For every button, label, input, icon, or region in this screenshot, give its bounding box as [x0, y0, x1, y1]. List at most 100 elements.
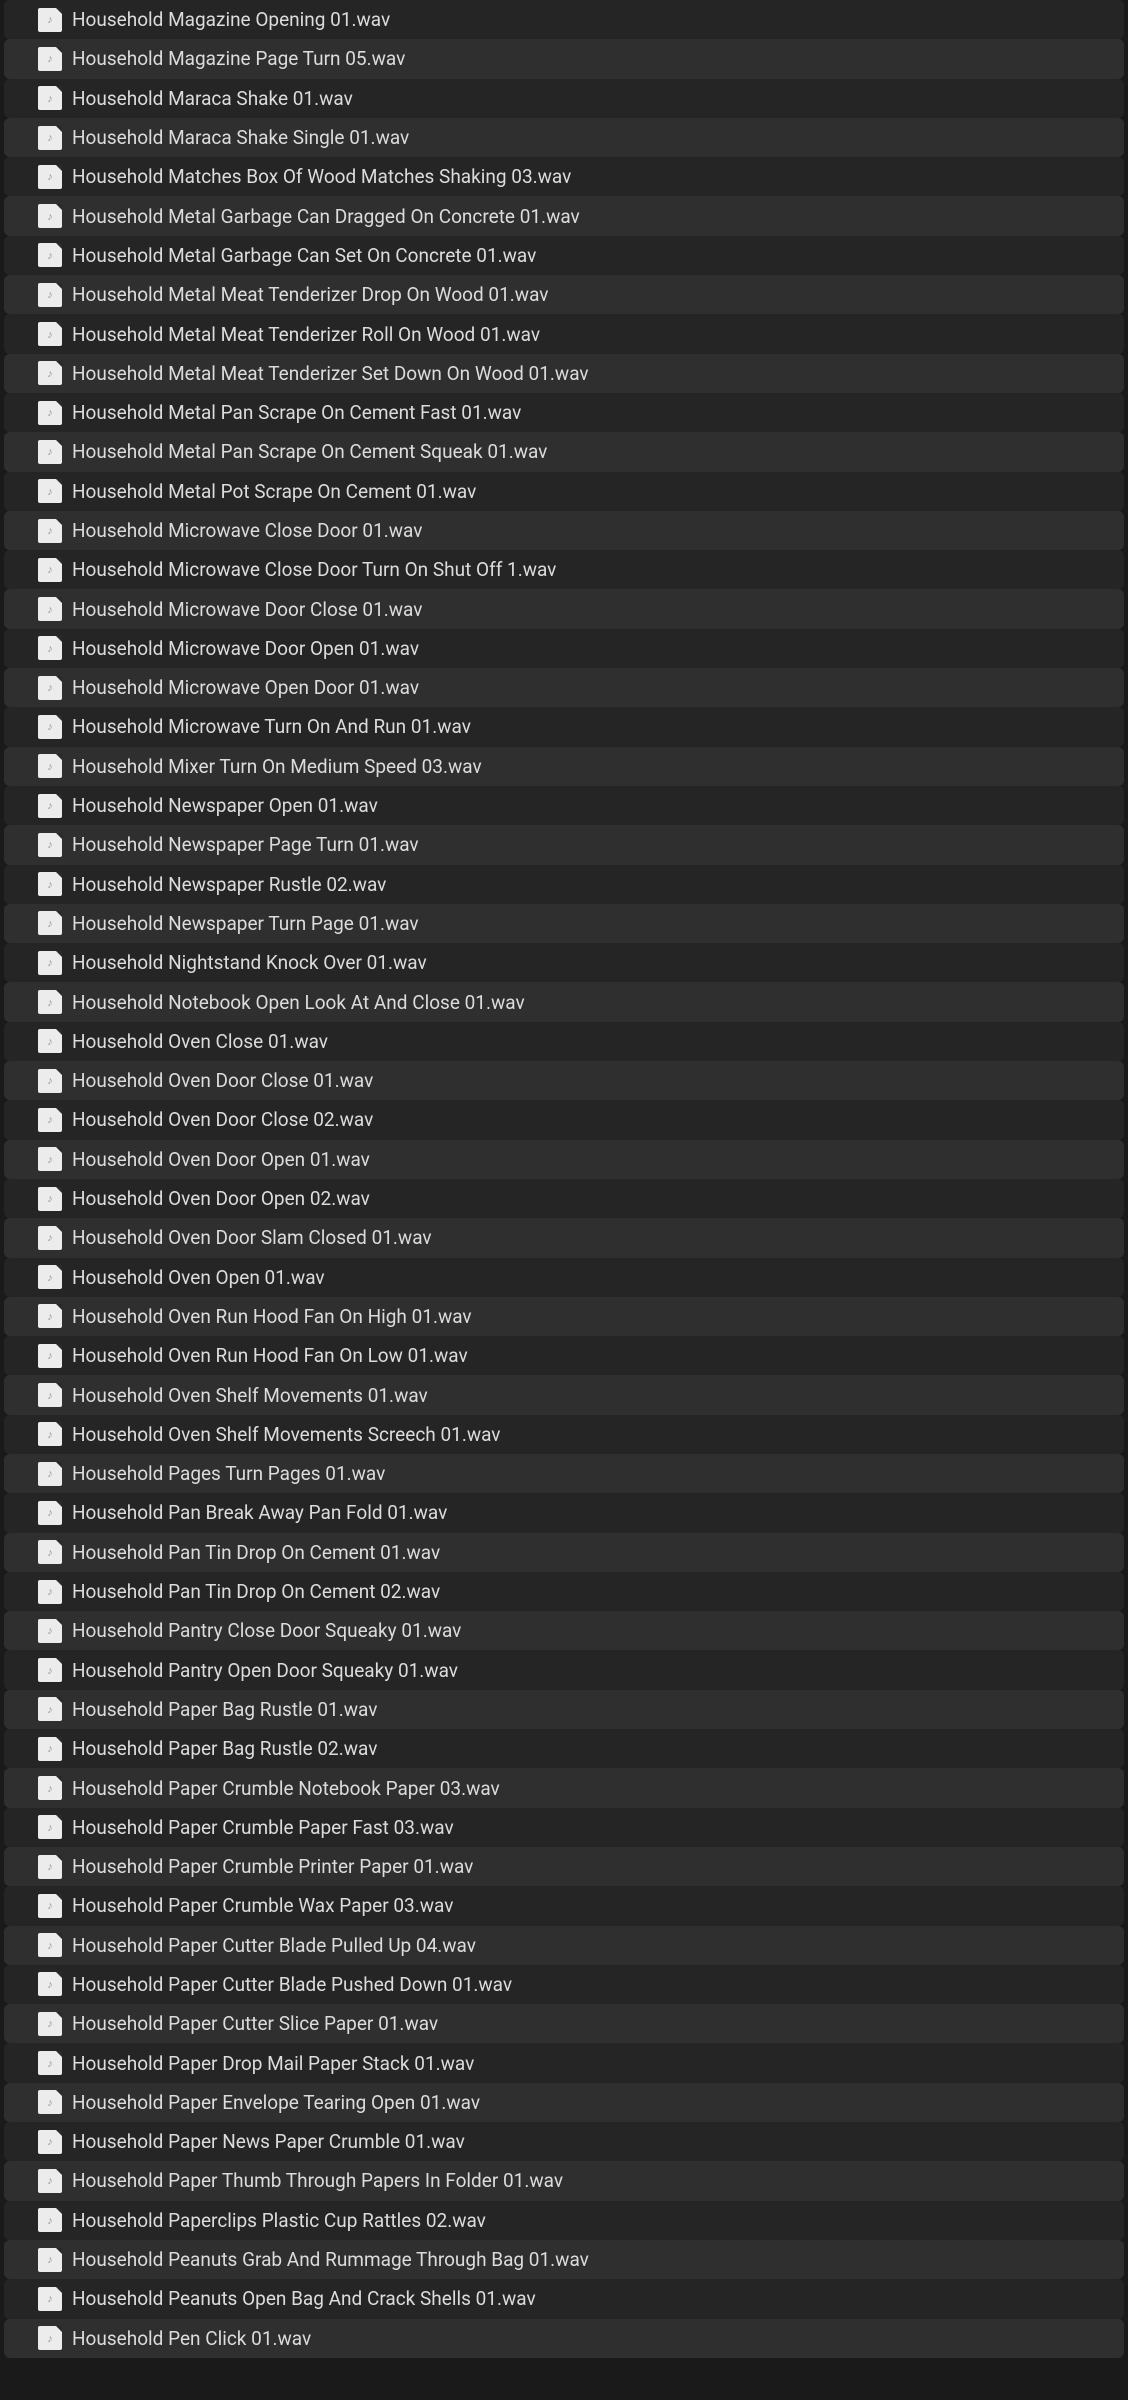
- audio-file-icon: ♪: [38, 1658, 62, 1682]
- file-row[interactable]: ♪Household Metal Garbage Can Set On Conc…: [4, 236, 1124, 275]
- file-row[interactable]: ♪Household Microwave Turn On And Run 01.…: [4, 707, 1124, 746]
- file-row[interactable]: ♪Household Paper Drop Mail Paper Stack 0…: [4, 2043, 1124, 2082]
- file-row[interactable]: ♪Household Microwave Close Door Turn On …: [4, 550, 1124, 589]
- file-name-label: Household Metal Meat Tenderizer Set Down…: [72, 362, 589, 385]
- audio-file-icon: ♪: [38, 2169, 62, 2193]
- file-row[interactable]: ♪Household Pen Click 01.wav: [4, 2319, 1124, 2358]
- file-row[interactable]: ♪Household Paper Bag Rustle 01.wav: [4, 1690, 1124, 1729]
- audio-file-icon: ♪: [38, 2090, 62, 2114]
- file-row[interactable]: ♪Household Oven Shelf Movements Screech …: [4, 1415, 1124, 1454]
- audio-file-icon: ♪: [38, 597, 62, 621]
- file-row[interactable]: ♪Household Newspaper Page Turn 01.wav: [4, 825, 1124, 864]
- file-row[interactable]: ♪Household Oven Shelf Movements 01.wav: [4, 1375, 1124, 1414]
- file-row[interactable]: ♪Household Metal Pot Scrape On Cement 01…: [4, 472, 1124, 511]
- file-row[interactable]: ♪Household Oven Open 01.wav: [4, 1258, 1124, 1297]
- file-name-label: Household Microwave Close Door 01.wav: [72, 519, 422, 542]
- audio-file-icon: ♪: [38, 283, 62, 307]
- file-name-label: Household Microwave Door Close 01.wav: [72, 598, 422, 621]
- file-row[interactable]: ♪Household Paper Crumble Printer Paper 0…: [4, 1847, 1124, 1886]
- file-row[interactable]: ♪Household Paper Crumble Wax Paper 03.wa…: [4, 1886, 1124, 1925]
- file-row[interactable]: ♪Household Paper News Paper Crumble 01.w…: [4, 2122, 1124, 2161]
- file-row[interactable]: ♪Household Peanuts Open Bag And Crack Sh…: [4, 2279, 1124, 2318]
- file-row[interactable]: ♪Household Oven Door Open 01.wav: [4, 1140, 1124, 1179]
- file-row[interactable]: ♪Household Paper Cutter Slice Paper 01.w…: [4, 2004, 1124, 2043]
- file-name-label: Household Magazine Page Turn 05.wav: [72, 47, 405, 70]
- file-row[interactable]: ♪Household Oven Door Close 02.wav: [4, 1100, 1124, 1139]
- audio-file-icon: ♪: [38, 8, 62, 32]
- file-name-label: Household Newspaper Open 01.wav: [72, 794, 378, 817]
- file-row[interactable]: ♪Household Paper Crumble Paper Fast 03.w…: [4, 1808, 1124, 1847]
- file-row[interactable]: ♪Household Nightstand Knock Over 01.wav: [4, 943, 1124, 982]
- audio-file-icon: ♪: [38, 479, 62, 503]
- file-name-label: Household Oven Door Open 02.wav: [72, 1187, 370, 1210]
- file-name-label: Household Metal Meat Tenderizer Drop On …: [72, 283, 548, 306]
- file-row[interactable]: ♪Household Magazine Opening 01.wav: [4, 0, 1124, 39]
- file-row[interactable]: ♪Household Maraca Shake Single 01.wav: [4, 118, 1124, 157]
- file-row[interactable]: ♪ Household Microwave Close Door 01.wav: [4, 511, 1124, 550]
- file-row[interactable]: ♪Household Oven Run Hood Fan On High 01.…: [4, 1297, 1124, 1336]
- audio-file-icon: ♪: [38, 1580, 62, 1604]
- file-row[interactable]: ♪Household Metal Pan Scrape On Cement Sq…: [4, 432, 1124, 471]
- file-name-label: Household Mixer Turn On Medium Speed 03.…: [72, 755, 482, 778]
- audio-file-icon: ♪: [38, 1619, 62, 1643]
- file-name-label: Household Peanuts Open Bag And Crack She…: [72, 2287, 536, 2310]
- file-row[interactable]: ♪Household Paper Envelope Tearing Open 0…: [4, 2083, 1124, 2122]
- file-row[interactable]: ♪Household Paper Cutter Blade Pushed Dow…: [4, 1965, 1124, 2004]
- audio-file-icon: ♪: [38, 990, 62, 1014]
- file-row[interactable]: ♪Household Pages Turn Pages 01.wav: [4, 1454, 1124, 1493]
- file-row[interactable]: ♪Household Paper Crumble Notebook Paper …: [4, 1768, 1124, 1807]
- audio-file-icon: ♪: [38, 872, 62, 896]
- file-row[interactable]: ♪Household Peanuts Grab And Rummage Thro…: [4, 2240, 1124, 2279]
- file-row[interactable]: ♪ Household Metal Meat Tenderizer Drop On…: [4, 275, 1124, 314]
- audio-file-icon: ♪: [38, 1501, 62, 1525]
- file-name-label: Household Oven Door Close 02.wav: [72, 1108, 373, 1131]
- file-row[interactable]: ♪Household Metal Meat Tenderizer Set Dow…: [4, 354, 1124, 393]
- file-row[interactable]: ♪Household Maraca Shake 01.wav: [4, 79, 1124, 118]
- file-row[interactable]: ♪Household Oven Run Hood Fan On Low 01.w…: [4, 1336, 1124, 1375]
- file-name-label: Household Maraca Shake 01.wav: [72, 87, 353, 110]
- file-row[interactable]: ♪Household Microwave Door Open 01.wav: [4, 629, 1124, 668]
- audio-file-icon: ♪: [38, 126, 62, 150]
- file-row[interactable]: ♪Household Newspaper Turn Page 01.wav: [4, 904, 1124, 943]
- file-row[interactable]: ♪ Household Notebook Open Look At And Clo…: [4, 982, 1124, 1021]
- file-row[interactable]: ♪Household Newspaper Rustle 02.wav: [4, 865, 1124, 904]
- file-row[interactable]: ♪Household Oven Door Open 02.wav: [4, 1179, 1124, 1218]
- audio-file-icon: ♪: [38, 2248, 62, 2272]
- file-row[interactable]: ♪Household Metal Garbage Can Dragged On …: [4, 196, 1124, 235]
- file-row[interactable]: ♪ Household Microwave Door Close 01.wav: [4, 589, 1124, 628]
- file-name-label: Household Pan Break Away Pan Fold 01.wav: [72, 1501, 447, 1524]
- file-row[interactable]: ♪Household Metal Pan Scrape On Cement Fa…: [4, 393, 1124, 432]
- file-row[interactable]: ♪Household Paperclips Plastic Cup Rattle…: [4, 2201, 1124, 2240]
- file-row[interactable]: ♪Household Paper Cutter Blade Pulled Up …: [4, 1926, 1124, 1965]
- audio-file-icon: ♪: [38, 1776, 62, 1800]
- audio-file-icon: ♪: [38, 754, 62, 778]
- file-row[interactable]: ♪Household Oven Door Slam Closed 01.wav: [4, 1218, 1124, 1257]
- file-row[interactable]: ♪ Household Pantry Open Door Squeaky 01.w…: [4, 1650, 1124, 1689]
- file-row[interactable]: ♪ Household Mixer Turn On Medium Speed 03…: [4, 747, 1124, 786]
- audio-file-icon: ♪: [38, 2208, 62, 2232]
- file-name-label: Household Paper Thumb Through Papers In …: [72, 2169, 563, 2192]
- file-row[interactable]: ♪Household Oven Door Close 01.wav: [4, 1061, 1124, 1100]
- file-row[interactable]: ♪Household Pan Tin Drop On Cement 02.wav: [4, 1572, 1124, 1611]
- file-row[interactable]: ♪ Household Pan Break Away Pan Fold 01.wa…: [4, 1493, 1124, 1532]
- file-name-label: Household Notebook Open Look At And Clos…: [72, 991, 525, 1014]
- file-row[interactable]: ♪Household Pan Tin Drop On Cement 01.wav: [4, 1533, 1124, 1572]
- audio-file-icon: ♪: [38, 1462, 62, 1486]
- file-name-label: Household Pantry Close Door Squeaky 01.w…: [72, 1619, 461, 1642]
- file-row[interactable]: ♪Household Matches Box Of Wood Matches S…: [4, 157, 1124, 196]
- file-row[interactable]: ♪Household Oven Close 01.wav: [4, 1022, 1124, 1061]
- audio-file-icon: ♪: [38, 243, 62, 267]
- audio-file-icon: ♪: [38, 519, 62, 543]
- file-row[interactable]: ♪ Household Paper Thumb Through Papers In…: [4, 2161, 1124, 2200]
- audio-file-icon: ♪: [38, 1069, 62, 1093]
- file-name-label: Household Oven Door Open 01.wav: [72, 1148, 370, 1171]
- audio-file-icon: ♪: [38, 165, 62, 189]
- file-row[interactable]: ♪Household Paper Bag Rustle 02.wav: [4, 1729, 1124, 1768]
- file-row[interactable]: ♪Household Newspaper Open 01.wav: [4, 786, 1124, 825]
- file-row[interactable]: ♪ Household Pantry Close Door Squeaky 01.…: [4, 1611, 1124, 1650]
- file-row[interactable]: ♪Household Magazine Page Turn 05.wav: [4, 39, 1124, 78]
- audio-file-icon: ♪: [38, 2326, 62, 2350]
- file-row[interactable]: ♪Household Microwave Open Door 01.wav: [4, 668, 1124, 707]
- file-name-label: Household Pantry Open Door Squeaky 01.wa…: [72, 1659, 458, 1682]
- file-row[interactable]: ♪Household Metal Meat Tenderizer Roll On…: [4, 314, 1124, 353]
